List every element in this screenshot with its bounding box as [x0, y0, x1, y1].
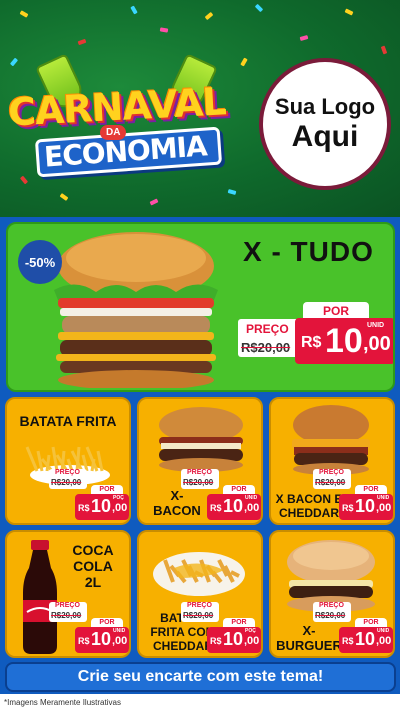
- confetti: [254, 3, 264, 13]
- old-price: R$20,00: [315, 611, 346, 620]
- carnaval-title: CARNAVAL ECONOMIA DA: [7, 79, 248, 185]
- new-price: R$ 10,00 UNID: [339, 494, 393, 520]
- price-decimal: ,00: [244, 635, 260, 647]
- confetti: [19, 10, 29, 18]
- bacon-burger-icon: [151, 403, 251, 478]
- product-card[interactable]: X- BACON PREÇO R$20,00 POR R$ 10,00 UNID: [137, 397, 263, 525]
- confetti: [59, 193, 69, 201]
- preco-label: PREÇO: [187, 602, 212, 609]
- price-currency: R$: [78, 503, 90, 513]
- old-price: R$20,00: [183, 611, 214, 620]
- old-price: R$20,00: [51, 478, 82, 487]
- price-decimal: ,00: [363, 333, 391, 355]
- price-currency: R$: [210, 503, 222, 513]
- logo-line1: Sua Logo: [274, 94, 376, 120]
- preco-label: PREÇO: [55, 602, 80, 609]
- preco-label: PREÇO: [55, 469, 80, 476]
- product-name: X BACON E CHEDDAR: [275, 492, 343, 520]
- product-card[interactable]: X BACON E CHEDDARPREÇOR$20,00PORR$10,00U…: [269, 397, 395, 525]
- price-currency: R$: [342, 503, 354, 513]
- product-name: BATATA FRITA: [19, 413, 117, 429]
- product-name: X- BACON: [153, 488, 201, 518]
- price-integer: 10: [355, 496, 376, 516]
- new-price: R$ 10,00 UNID: [207, 494, 261, 520]
- unit-label: POÇ: [245, 628, 256, 634]
- new-price: R$ 10,00 UNID: [75, 627, 129, 653]
- unit-label: UNID: [377, 495, 390, 501]
- new-price: R$ 10,00 UNID: [339, 627, 393, 653]
- confetti: [130, 5, 138, 15]
- confetti: [77, 38, 87, 46]
- price-integer: 10: [355, 629, 376, 649]
- confetti: [227, 189, 237, 195]
- disclaimer: *Imagens Meramente Ilustrativas: [0, 694, 400, 711]
- featured-product-card[interactable]: -50% X - TUDO POR PREÇO R$20,00 R$ 10 ,0…: [6, 222, 395, 392]
- cta-button[interactable]: Crie seu encarte com este tema!: [5, 662, 396, 692]
- header-banner: CARNAVAL ECONOMIA DA Sua Logo Aqui: [0, 0, 400, 217]
- price-decimal: ,00: [112, 635, 128, 647]
- old-price: R$20,00: [241, 340, 291, 355]
- unit-label: UNID: [245, 495, 258, 501]
- price-decimal: ,00: [244, 502, 260, 514]
- price-integer: 10: [325, 322, 363, 360]
- price-currency: R$: [301, 334, 322, 351]
- price-integer: 10: [223, 629, 244, 649]
- new-price: R$ 10,00 POÇ: [207, 627, 261, 653]
- price-decimal: ,00: [112, 502, 128, 514]
- price-currency: R$: [210, 636, 222, 646]
- cheese-fries-icon: [149, 538, 249, 605]
- price-decimal: ,00: [376, 635, 392, 647]
- old-price: R$20,00: [51, 611, 82, 620]
- logo-placeholder[interactable]: Sua Logo Aqui: [259, 58, 391, 190]
- confetti: [344, 8, 354, 16]
- confetti: [204, 11, 214, 21]
- title-da: DA: [100, 125, 127, 140]
- confetti: [299, 35, 309, 41]
- product-card[interactable]: COCA COLA 2L PREÇO R$20,00 POR R$ 10,00 UNID: [5, 530, 131, 658]
- new-price: R$ 10 ,00 UNID: [295, 318, 393, 364]
- confetti: [240, 57, 248, 67]
- price-integer: 10: [91, 629, 112, 649]
- unit-label: UNID: [377, 628, 390, 634]
- old-price: R$20,00: [183, 478, 214, 487]
- confetti: [380, 45, 388, 55]
- unit-label: POÇ: [113, 495, 124, 501]
- coca-cola-bottle-icon: [15, 538, 65, 656]
- confetti: [159, 27, 169, 33]
- product-name: X- BURGUER: [276, 623, 342, 653]
- discount-badge: -50%: [18, 240, 62, 284]
- product-card[interactable]: X- BURGUER PREÇO R$20,00 POR R$ 10,00 UNID: [269, 530, 395, 658]
- preco-label: PREÇO: [319, 469, 344, 476]
- product-card[interactable]: BATATA FRITA COM CHEDDARPREÇOR$20,00PORR…: [137, 530, 263, 658]
- price-integer: 10: [91, 496, 112, 516]
- new-price: R$ 10,00 POÇ: [75, 494, 129, 520]
- price-currency: R$: [78, 636, 90, 646]
- logo-line2: Aqui: [291, 119, 359, 153]
- price-decimal: ,00: [376, 502, 392, 514]
- confetti: [9, 57, 19, 67]
- confetti: [149, 198, 159, 206]
- unit-label: UNID: [367, 322, 385, 329]
- price-integer: 10: [223, 496, 244, 516]
- price-currency: R$: [342, 636, 354, 646]
- unit-label: UNID: [113, 628, 126, 634]
- product-card[interactable]: BATATA FRITA PREÇO R$20,00 POR R$ 10,00 POÇ: [5, 397, 131, 525]
- preco-label: PREÇO: [187, 469, 212, 476]
- x-tudo-burger-image: [54, 232, 218, 388]
- old-price: R$20,00: [315, 478, 346, 487]
- featured-product-name: X - TUDO: [243, 236, 374, 267]
- preco-label: PREÇO: [319, 602, 344, 609]
- product-name: COCA COLA 2L: [72, 542, 114, 591]
- preco-label: PREÇO: [246, 322, 289, 336]
